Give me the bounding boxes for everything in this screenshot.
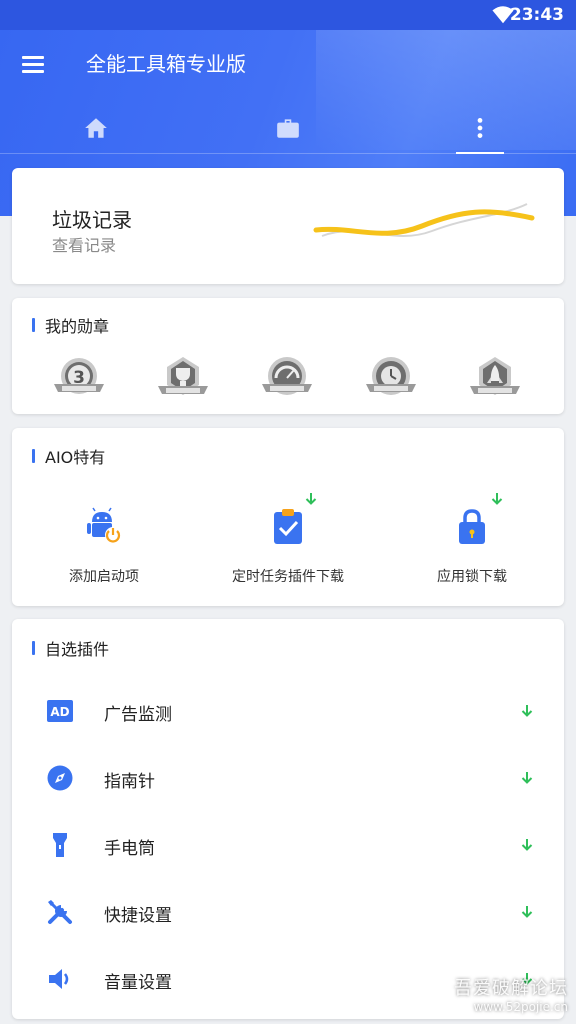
more-vertical-icon: [477, 118, 483, 138]
briefcase-icon: [277, 119, 299, 138]
wave-graphic: [313, 203, 535, 237]
medal-badge-clock[interactable]: [362, 354, 420, 400]
download-icon[interactable]: [520, 770, 534, 786]
download-icon[interactable]: [520, 904, 534, 920]
feature-app-lock-label: 应用锁下载: [437, 569, 507, 585]
plugin-item-quick-settings[interactable]: 快捷设置: [12, 882, 564, 942]
plugin-item-ad-monitor[interactable]: AD 广告监测: [12, 681, 564, 741]
plugin-item-flashlight[interactable]: 手电筒: [12, 815, 564, 875]
medals-section-header: 我的勋章: [32, 314, 109, 336]
android-power-icon: [87, 507, 121, 543]
tab-toolbox[interactable]: [258, 102, 318, 154]
tab-bar: [0, 102, 576, 154]
plugin-item-label: 音量设置: [104, 973, 172, 993]
medal-badge-trophy[interactable]: [154, 354, 212, 400]
plugin-item-label: 快捷设置: [104, 906, 172, 926]
medal-badge-3[interactable]: 3: [50, 354, 108, 400]
download-icon[interactable]: [520, 703, 534, 719]
medals-card: 我的勋章 3: [12, 298, 564, 414]
plugins-card: 自选插件 AD 广告监测 指南针 手电筒 快捷设置 音量设置: [12, 619, 564, 1019]
menu-icon[interactable]: [20, 53, 48, 75]
plugins-section-title: 自选插件: [45, 640, 110, 659]
clipboard-check-icon: [274, 509, 302, 544]
medals-section-title: 我的勋章: [45, 317, 110, 336]
flashlight-icon: [53, 833, 67, 857]
tools-icon: [48, 900, 72, 924]
medal-badge-rocket[interactable]: [466, 354, 524, 400]
aio-card: AIO特有 添加启动项 定时任务插件下载 应用锁下载: [12, 428, 564, 606]
aio-section-header: AIO特有: [32, 445, 105, 467]
app-title: 全能工具箱专业版: [86, 52, 246, 76]
status-time: 23:43: [509, 5, 564, 25]
plugin-item-label: 手电筒: [104, 839, 155, 859]
feature-scheduled-task[interactable]: 定时任务插件下载: [208, 493, 368, 590]
feature-add-startup[interactable]: 添加启动项: [24, 506, 184, 590]
junk-record-card[interactable]: 垃圾记录 查看记录: [12, 168, 564, 284]
volume-icon: [49, 969, 69, 989]
tab-home[interactable]: [66, 102, 126, 154]
tab-more[interactable]: [450, 102, 510, 154]
compass-icon: [47, 765, 73, 791]
plugin-item-compass[interactable]: 指南针: [12, 748, 564, 808]
download-icon: [305, 493, 317, 505]
watermark: 吾爱破解论坛 www.52pojie.cn: [454, 974, 568, 1014]
plugin-item-label: 广告监测: [104, 705, 172, 725]
feature-add-startup-label: 添加启动项: [69, 569, 139, 585]
aio-section-title: AIO特有: [45, 448, 106, 467]
plugins-section-header: 自选插件: [32, 637, 109, 659]
junk-record-title: 垃圾记录: [52, 208, 132, 232]
feature-scheduled-task-label: 定时任务插件下载: [232, 569, 344, 585]
download-icon[interactable]: [520, 837, 534, 853]
watermark-line1: 吾爱破解论坛: [454, 978, 568, 999]
junk-record-subtitle: 查看记录: [52, 236, 117, 255]
download-icon: [491, 493, 503, 505]
ad-icon: AD: [47, 700, 73, 722]
status-bar: 23:43: [0, 0, 576, 30]
medal-badge-speedometer[interactable]: [258, 354, 316, 400]
feature-app-lock[interactable]: 应用锁下载: [392, 493, 552, 590]
home-icon: [85, 118, 107, 138]
plugin-item-label: 指南针: [104, 772, 155, 792]
svg-text:AD: AD: [50, 705, 69, 719]
lock-icon: [459, 509, 485, 544]
watermark-line2: www.52pojie.cn: [473, 1000, 568, 1014]
